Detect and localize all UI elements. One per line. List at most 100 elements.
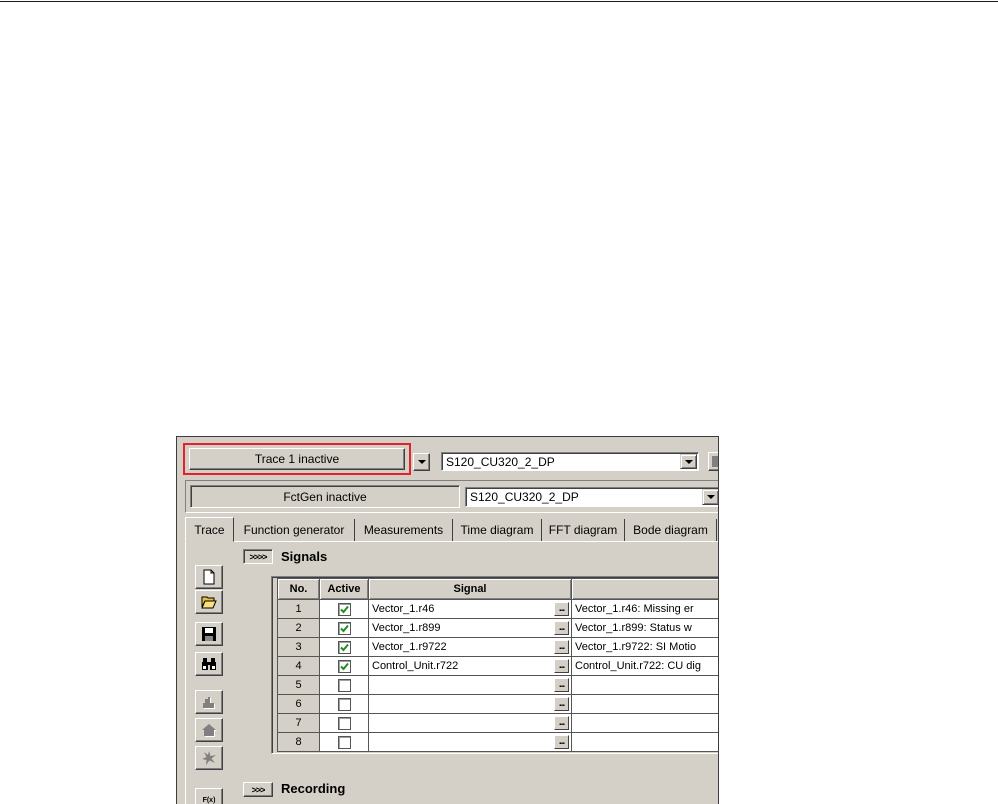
tab-time-diagram[interactable]: Time diagram xyxy=(453,519,542,541)
trace-device-dropdown-button[interactable] xyxy=(680,454,697,469)
signal-description xyxy=(571,694,718,714)
browse-signal-button[interactable]: ... xyxy=(554,735,569,749)
trace-status-button[interactable]: Trace 1 inactive xyxy=(189,448,405,470)
table-row[interactable]: 8 ... xyxy=(277,732,718,752)
browse-signal-button[interactable]: ... xyxy=(554,678,569,692)
column-header-description[interactable] xyxy=(571,578,718,600)
new-button[interactable] xyxy=(195,565,223,589)
toolbar-button-partial[interactable] xyxy=(708,452,718,471)
active-checkbox[interactable] xyxy=(337,659,351,673)
column-header-active[interactable]: Active xyxy=(319,578,369,600)
row-number: 8 xyxy=(277,732,320,752)
active-cell xyxy=(319,656,369,676)
table-row[interactable]: 3 Vector_1.r9722... Vector_1.r9722: SI M… xyxy=(277,637,718,657)
active-cell xyxy=(319,618,369,638)
signals-toggle-button[interactable]: >>>> xyxy=(243,549,273,564)
chevron-down-icon xyxy=(417,460,426,464)
signal-cell[interactable]: ... xyxy=(368,694,572,714)
signal-name: Control_Unit.r722 xyxy=(372,660,459,672)
signals-table-body: 1 Vector_1.r46... Vector_1.r46: Missing … xyxy=(277,599,718,752)
trace-window: Trace 1 inactive S120_CU320_2_DP FctGen … xyxy=(176,436,719,804)
table-row[interactable]: 4 Control_Unit.r722... Control_Unit.r722… xyxy=(277,656,718,676)
tab-bode-diagram[interactable]: Bode diagram xyxy=(625,519,717,541)
browse-signal-button[interactable]: ... xyxy=(554,716,569,730)
starburst-icon xyxy=(202,751,216,765)
column-header-no[interactable]: No. xyxy=(277,578,320,600)
signal-cell[interactable]: Vector_1.r9722... xyxy=(368,637,572,657)
checkmark-icon xyxy=(339,624,349,632)
active-cell xyxy=(319,675,369,695)
row-number: 6 xyxy=(277,694,320,714)
row-number: 2 xyxy=(277,618,320,638)
browse-signal-button[interactable]: ... xyxy=(554,659,569,673)
row-number: 4 xyxy=(277,656,320,676)
chevron-down-icon xyxy=(684,459,693,464)
signals-table-frame: No. Active Signal 1 Vector_1.r46... Vect… xyxy=(271,576,718,754)
home-button[interactable] xyxy=(195,718,223,742)
table-row[interactable]: 5 ... xyxy=(277,675,718,695)
signal-cell[interactable]: Vector_1.r46... xyxy=(368,599,572,619)
recording-title: Recording xyxy=(281,781,346,796)
active-checkbox[interactable] xyxy=(337,735,351,749)
table-row[interactable]: 1 Vector_1.r46... Vector_1.r46: Missing … xyxy=(277,599,718,619)
binoculars-icon xyxy=(202,658,216,670)
browse-signal-button[interactable]: ... xyxy=(554,602,569,616)
open-folder-icon xyxy=(201,596,217,609)
signal-description: Vector_1.r46: Missing er xyxy=(571,599,718,619)
tab-function-generator[interactable]: Function generator xyxy=(234,519,355,541)
active-checkbox[interactable] xyxy=(337,716,351,730)
active-checkbox[interactable] xyxy=(337,697,351,711)
table-row[interactable]: 2 Vector_1.r899... Vector_1.r899: Status… xyxy=(277,618,718,638)
header-row: No. Active Signal xyxy=(277,578,718,600)
tab-trace[interactable]: Trace xyxy=(185,517,234,542)
save-button[interactable] xyxy=(195,622,223,646)
signal-cell[interactable]: Control_Unit.r722... xyxy=(368,656,572,676)
active-cell xyxy=(319,713,369,733)
browse-signal-button[interactable]: ... xyxy=(554,640,569,654)
signal-cell[interactable]: ... xyxy=(368,732,572,752)
active-checkbox[interactable] xyxy=(337,678,351,692)
checkmark-icon xyxy=(339,605,349,613)
function-icon: F(x) xyxy=(202,796,216,804)
signal-cell[interactable]: ... xyxy=(368,675,572,695)
row-number: 1 xyxy=(277,599,320,619)
browse-signal-button[interactable]: ... xyxy=(554,621,569,635)
tab-fft-diagram[interactable]: FFT diagram xyxy=(542,519,625,541)
signal-name: Vector_1.r46 xyxy=(372,603,435,615)
open-button[interactable] xyxy=(195,590,223,614)
fctgen-device-dropdown-button[interactable] xyxy=(702,489,718,505)
signal-description xyxy=(571,713,718,733)
recording-toggle-button[interactable]: >>> xyxy=(243,782,273,797)
column-header-signal[interactable]: Signal xyxy=(368,578,572,600)
signals-title: Signals xyxy=(281,549,328,564)
signal-description xyxy=(571,675,718,695)
signals-table: No. Active Signal 1 Vector_1.r46... Vect… xyxy=(277,578,718,752)
function-button[interactable]: F(x) xyxy=(195,788,223,804)
find-button[interactable] xyxy=(195,652,223,676)
signal-cell[interactable]: Vector_1.r899... xyxy=(368,618,572,638)
signal-name: Vector_1.r899 xyxy=(372,622,441,634)
trace-device-select[interactable]: S120_CU320_2_DP xyxy=(441,452,699,471)
signals-table-header: No. Active Signal xyxy=(277,578,718,600)
row-number: 3 xyxy=(277,637,320,657)
starburst-button[interactable] xyxy=(195,746,223,770)
browse-signal-button[interactable]: ... xyxy=(554,697,569,711)
tab-measurements[interactable]: Measurements xyxy=(355,519,453,541)
fctgen-device-value: S120_CU320_2_DP xyxy=(470,490,579,504)
active-cell xyxy=(319,599,369,619)
signal-cell[interactable]: ... xyxy=(368,713,572,733)
fctgen-device-select[interactable]: S120_CU320_2_DP xyxy=(465,487,718,507)
row-number: 7 xyxy=(277,713,320,733)
active-cell xyxy=(319,694,369,714)
active-checkbox[interactable] xyxy=(337,602,351,616)
upload-button[interactable] xyxy=(195,690,223,714)
table-row[interactable]: 7 ... xyxy=(277,713,718,733)
top-rule xyxy=(0,1,998,2)
active-checkbox[interactable] xyxy=(337,621,351,635)
table-row[interactable]: 6 ... xyxy=(277,694,718,714)
house-icon xyxy=(202,724,217,737)
toolbar-glyph-icon xyxy=(712,456,718,467)
fctgen-status-button[interactable]: FctGen inactive xyxy=(190,485,460,508)
active-checkbox[interactable] xyxy=(337,640,351,654)
trace-dropdown-button[interactable] xyxy=(413,453,430,471)
